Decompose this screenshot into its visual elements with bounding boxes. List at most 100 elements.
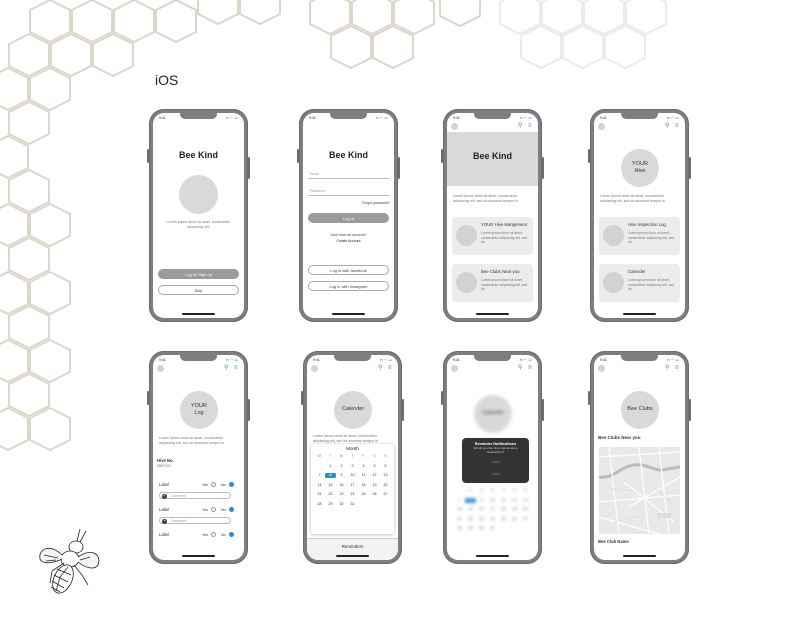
calendar-day[interactable]: 5 (369, 464, 380, 469)
calendar-day[interactable]: 23 (476, 517, 487, 522)
calendar-day[interactable]: 21 (454, 517, 465, 522)
calendar-day[interactable]: 20 (380, 483, 391, 488)
calendar-card[interactable]: Calender Lorem ipsum dolor sit amet, con… (599, 264, 680, 302)
calendar-day[interactable]: 30 (476, 526, 487, 531)
menu-icon[interactable]: ≡ (528, 365, 534, 371)
facebook-login-button[interactable]: Log in with facebook (308, 265, 389, 275)
calendar-day[interactable]: 15 (325, 483, 336, 488)
menu-icon[interactable]: ≡ (388, 365, 394, 371)
login-signup-button[interactable]: Log In/ Sign up (158, 269, 239, 279)
calendar-day[interactable]: 31 (487, 526, 498, 531)
menu-icon[interactable]: ≡ (675, 365, 681, 371)
search-icon[interactable]: ⚲ (224, 365, 230, 371)
calendar-day[interactable]: 28 (454, 526, 465, 531)
search-icon[interactable]: ⚲ (518, 365, 524, 371)
calendar-day[interactable]: 7 (314, 473, 325, 478)
calendar-day[interactable]: 20 (520, 507, 531, 512)
profile-avatar[interactable] (598, 365, 605, 372)
inspection-log-card[interactable]: Hive Inspection Log Lorem ipsum dolor si… (599, 217, 680, 255)
calendar-day[interactable]: 10 (487, 498, 498, 503)
menu-icon[interactable]: ≡ (528, 123, 534, 129)
comment-field[interactable]: + Comment (159, 492, 231, 499)
calendar-day[interactable]: 10 (347, 473, 358, 478)
skip-button[interactable]: Skip (158, 285, 239, 295)
menu-icon[interactable]: ≡ (675, 123, 681, 129)
calendar-day[interactable]: 19 (509, 507, 520, 512)
calendar-day[interactable]: 12 (509, 498, 520, 503)
instagram-login-button[interactable]: Log in with Instagram (308, 281, 389, 291)
calendar-day[interactable]: 8 (465, 497, 476, 503)
password-field[interactable]: Password (308, 186, 389, 196)
calendar-day[interactable]: 6 (380, 464, 391, 469)
calendar-day[interactable]: 14 (454, 507, 465, 512)
calendar-day[interactable]: 16 (476, 507, 487, 512)
calendar-day[interactable]: 15 (465, 507, 476, 512)
calendar-day[interactable]: 16 (336, 483, 347, 488)
calendar-day[interactable]: 7 (454, 498, 465, 503)
hive-management-card[interactable]: YOUR Hive Mangement Lorem ipsum dolor si… (452, 217, 533, 255)
calendar-day[interactable]: 28 (314, 502, 325, 507)
create-account-link[interactable]: Create Account (303, 239, 394, 243)
bee-clubs-card[interactable]: Bee Clubs Near you Lorem ipsum dolor sit… (452, 264, 533, 302)
search-icon[interactable]: ⚲ (665, 123, 671, 129)
calendar-day[interactable]: 29 (465, 526, 476, 531)
profile-avatar[interactable] (311, 365, 318, 372)
calendar-day[interactable]: 1 (325, 464, 336, 469)
email-field[interactable]: Email (308, 169, 389, 179)
search-icon[interactable]: ⚲ (378, 365, 384, 371)
comment-field[interactable]: + Comment (159, 517, 231, 524)
calendar-day[interactable]: 2 (336, 464, 347, 469)
no-radio[interactable] (229, 482, 234, 487)
calendar-day[interactable]: 22 (325, 492, 336, 497)
calendar-day[interactable]: 13 (520, 498, 531, 503)
clubs-map[interactable] (599, 447, 680, 534)
calendar-day[interactable]: 29 (325, 502, 336, 507)
calendar-day[interactable]: 24 (487, 517, 498, 522)
calendar-day[interactable]: 19 (369, 483, 380, 488)
calendar-day[interactable]: 24 (347, 492, 358, 497)
calendar-day[interactable]: 8 (325, 473, 336, 478)
calendar-day[interactable]: 9 (336, 473, 347, 478)
calendar-day[interactable]: 21 (314, 492, 325, 497)
calendar-day[interactable]: 30 (336, 502, 347, 507)
yes-radio[interactable] (211, 482, 216, 487)
calendar-day[interactable]: 26 (509, 517, 520, 522)
calendar-day[interactable]: 11 (498, 498, 509, 503)
menu-icon[interactable]: ≡ (234, 365, 240, 371)
calendar-day[interactable]: 4 (498, 488, 509, 493)
calendar-day[interactable]: 18 (498, 507, 509, 512)
calendar-day[interactable]: 22 (465, 517, 476, 522)
search-icon[interactable]: ⚲ (518, 123, 524, 129)
calendar-day[interactable]: 12 (369, 473, 380, 478)
yes-radio[interactable] (211, 507, 216, 512)
profile-avatar[interactable] (451, 365, 458, 372)
calendar-day[interactable]: 17 (347, 483, 358, 488)
calendar-day[interactable]: 9 (476, 498, 487, 503)
calendar-day[interactable]: 25 (498, 517, 509, 522)
calendar-day[interactable]: 26 (369, 492, 380, 497)
calendar-day[interactable]: 11 (358, 473, 369, 478)
calendar-day[interactable]: 4 (358, 464, 369, 469)
login-button[interactable]: Log in (308, 213, 389, 223)
alert-button-2[interactable]: Label (462, 472, 529, 476)
calendar-day[interactable]: 6 (520, 488, 531, 493)
calendar-day[interactable]: 27 (520, 517, 531, 522)
calendar-day[interactable]: 23 (336, 492, 347, 497)
calendar-day[interactable]: 3 (347, 464, 358, 469)
yes-radio[interactable] (211, 532, 216, 537)
calendar-day[interactable]: 3 (487, 488, 498, 493)
calendar-day[interactable]: 31 (347, 502, 358, 507)
profile-avatar[interactable] (598, 123, 605, 130)
profile-avatar[interactable] (451, 123, 458, 130)
calendar-day[interactable]: 18 (358, 483, 369, 488)
calendar-day[interactable]: 17 (487, 507, 498, 512)
profile-avatar[interactable] (157, 365, 164, 372)
calendar-day[interactable]: 14 (314, 483, 325, 488)
alert-button-1[interactable]: Label (462, 460, 529, 464)
no-radio[interactable] (229, 507, 234, 512)
calendar-day[interactable]: 27 (380, 492, 391, 497)
no-radio[interactable] (229, 532, 234, 537)
calendar-day[interactable]: 1 (465, 488, 476, 493)
calendar-day[interactable]: 25 (358, 492, 369, 497)
calendar-day[interactable]: 2 (476, 488, 487, 493)
